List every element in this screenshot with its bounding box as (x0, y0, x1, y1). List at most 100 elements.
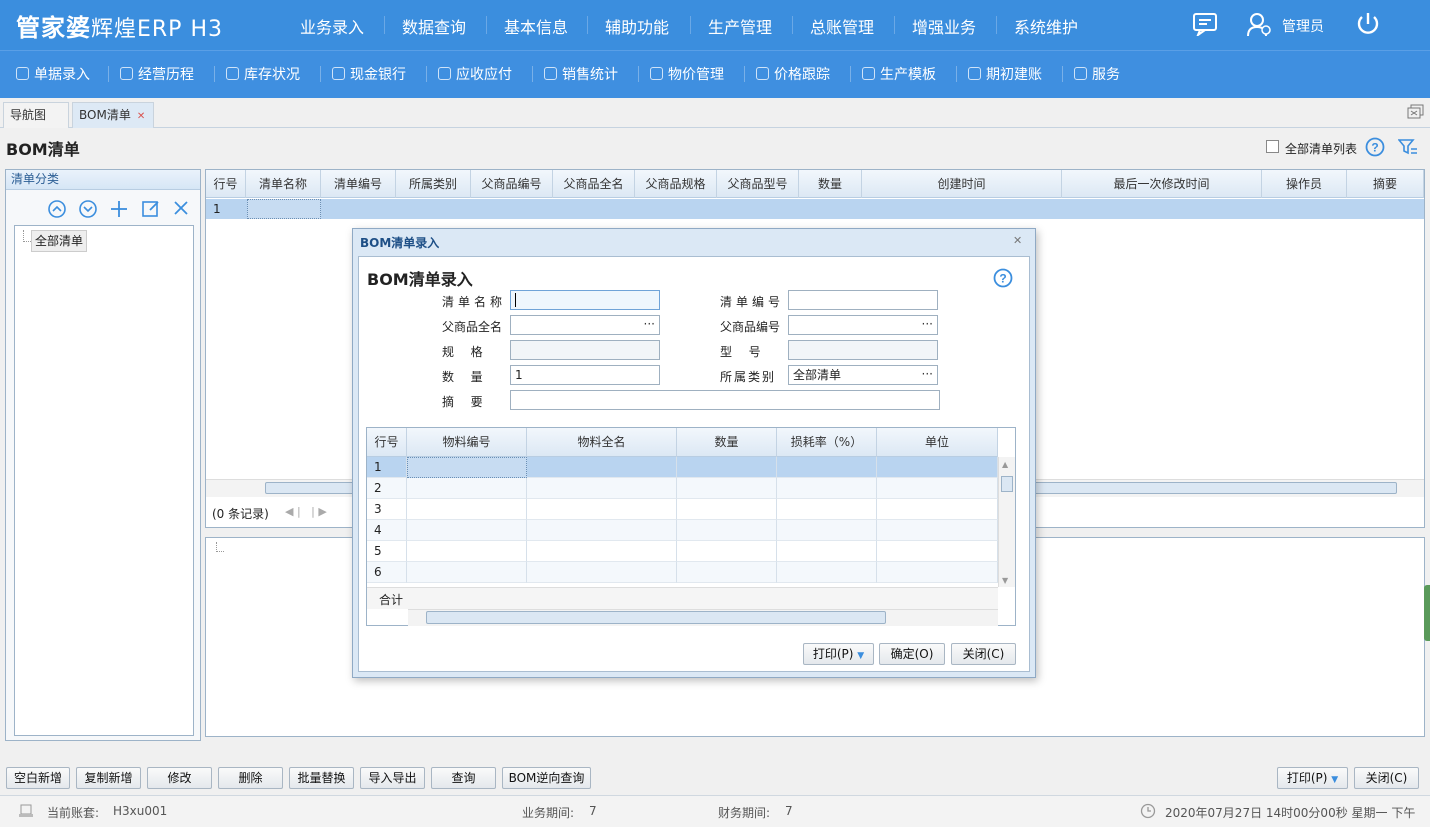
column-header[interactable]: 行号 (206, 170, 246, 198)
toolbar-item[interactable]: 期初建账 (968, 64, 1042, 84)
toolbar-item[interactable]: 库存状况 (226, 64, 300, 84)
table-cell[interactable] (407, 499, 527, 520)
column-header[interactable]: 物料编号 (407, 428, 527, 457)
close-icon[interactable]: ✕ (137, 111, 145, 122)
column-header[interactable]: 最后一次修改时间 (1062, 170, 1262, 198)
help-icon[interactable]: ? (993, 268, 1013, 288)
table-cell[interactable]: 1 (367, 457, 407, 478)
table-cell[interactable] (777, 562, 877, 583)
table-cell[interactable] (677, 520, 777, 541)
action-button[interactable]: 空白新增 (6, 767, 70, 789)
action-button[interactable]: 复制新增 (76, 767, 141, 789)
table-cell[interactable] (407, 478, 527, 499)
toolbar-item[interactable]: 单据录入 (16, 64, 90, 84)
table-cell[interactable]: 5 (367, 541, 407, 562)
action-button[interactable]: 修改 (147, 767, 212, 789)
category-input[interactable]: 全部清单 ··· (788, 365, 938, 385)
table-cell[interactable]: 6 (367, 562, 407, 583)
table-row[interactable]: 4 (367, 520, 998, 541)
table-row[interactable]: 5 (367, 541, 998, 562)
table-row[interactable] (206, 199, 1424, 219)
edit-icon[interactable] (141, 199, 161, 219)
toolbar-item[interactable]: 经营历程 (120, 64, 194, 84)
table-cell[interactable] (777, 478, 877, 499)
close-button[interactable]: 关闭(C) (1354, 767, 1419, 789)
table-row[interactable]: 1 (367, 457, 998, 478)
table-cell[interactable]: 2 (367, 478, 407, 499)
side-handle[interactable] (1424, 585, 1430, 641)
table-cell[interactable] (777, 520, 877, 541)
memo-input[interactable] (510, 390, 940, 410)
top-menu-item[interactable]: 增强业务 (912, 14, 976, 38)
table-row[interactable]: 6 (367, 562, 998, 583)
column-header[interactable]: 父商品全名 (553, 170, 635, 198)
table-cell[interactable] (527, 520, 677, 541)
top-menu-item[interactable]: 生产管理 (708, 14, 772, 38)
toolbar-item[interactable]: 生产模板 (862, 64, 936, 84)
table-cell[interactable] (407, 562, 527, 583)
scroll-down-icon[interactable]: ▼ (1002, 576, 1008, 585)
column-header[interactable]: 清单编号 (321, 170, 396, 198)
power-icon[interactable] (1355, 11, 1381, 37)
dialog-print-button[interactable]: 打印(P) ▼ (803, 643, 874, 665)
table-cell[interactable] (877, 499, 998, 520)
tab-navigation[interactable]: 导航图 (3, 102, 69, 128)
tree-node-all[interactable]: 全部清单 (31, 230, 88, 252)
table-cell[interactable] (527, 499, 677, 520)
table-cell[interactable] (877, 457, 998, 478)
table-cell[interactable] (527, 478, 677, 499)
parent-code-input[interactable]: ··· (788, 315, 938, 335)
toolbar-item[interactable]: 现金银行 (332, 64, 406, 84)
add-icon[interactable] (109, 199, 129, 219)
name-input[interactable] (510, 290, 660, 310)
toolbar-item[interactable]: 销售统计 (544, 64, 618, 84)
column-header[interactable]: 损耗率（%） (777, 428, 877, 457)
action-button[interactable]: 删除 (218, 767, 283, 789)
top-menu-item[interactable]: 辅助功能 (605, 14, 669, 38)
active-cell[interactable] (247, 199, 321, 219)
table-row[interactable]: 3 (367, 499, 998, 520)
table-cell[interactable] (877, 541, 998, 562)
browse-icon[interactable]: ··· (922, 315, 933, 333)
table-cell[interactable] (527, 562, 677, 583)
toolbar-item[interactable]: 服务 (1074, 64, 1120, 84)
print-button[interactable]: 打印(P) ▼ (1277, 767, 1348, 789)
scroll-up-icon[interactable]: ▲ (1002, 460, 1008, 469)
action-button[interactable]: 查询 (431, 767, 496, 789)
column-header[interactable]: 操作员 (1262, 170, 1347, 198)
table-row[interactable]: 2 (367, 478, 998, 499)
action-button[interactable]: 批量替换 (289, 767, 354, 789)
user-icon[interactable] (1246, 12, 1272, 38)
code-input[interactable] (788, 290, 938, 310)
table-cell[interactable] (527, 457, 677, 478)
pager-icon[interactable]: ◀ | | ▶ (285, 505, 327, 518)
column-header[interactable]: 父商品规格 (635, 170, 717, 198)
dialog-close-icon[interactable]: ✕ (1013, 234, 1022, 247)
top-menu-item[interactable]: 系统维护 (1014, 14, 1078, 38)
table-cell[interactable]: 4 (367, 520, 407, 541)
column-header[interactable]: 数量 (799, 170, 862, 198)
table-cell[interactable] (877, 520, 998, 541)
column-header[interactable]: 创建时间 (862, 170, 1062, 198)
table-cell[interactable] (527, 541, 677, 562)
restore-window-icon[interactable] (1407, 104, 1425, 120)
top-menu-item[interactable]: 数据查询 (402, 14, 466, 38)
top-menu-item[interactable]: 基本信息 (504, 14, 568, 38)
table-cell[interactable] (407, 520, 527, 541)
toolbar-item[interactable]: 应收应付 (438, 64, 512, 84)
table-cell[interactable] (777, 541, 877, 562)
column-header[interactable]: 行号 (367, 428, 407, 457)
column-header[interactable]: 清单名称 (246, 170, 321, 198)
move-up-icon[interactable] (47, 199, 67, 219)
column-header[interactable]: 数量 (677, 428, 777, 457)
table-cell[interactable] (677, 457, 777, 478)
table-cell[interactable] (677, 478, 777, 499)
column-header[interactable]: 物料全名 (527, 428, 677, 457)
column-header[interactable]: 摘要 (1347, 170, 1424, 198)
dialog-ok-button[interactable]: 确定(O) (879, 643, 945, 665)
top-menu-item[interactable]: 业务录入 (300, 14, 364, 38)
user-name[interactable]: 管理员 (1282, 16, 1324, 36)
move-down-icon[interactable] (78, 199, 98, 219)
top-menu-item[interactable]: 总账管理 (810, 14, 874, 38)
column-header[interactable]: 单位 (877, 428, 998, 457)
